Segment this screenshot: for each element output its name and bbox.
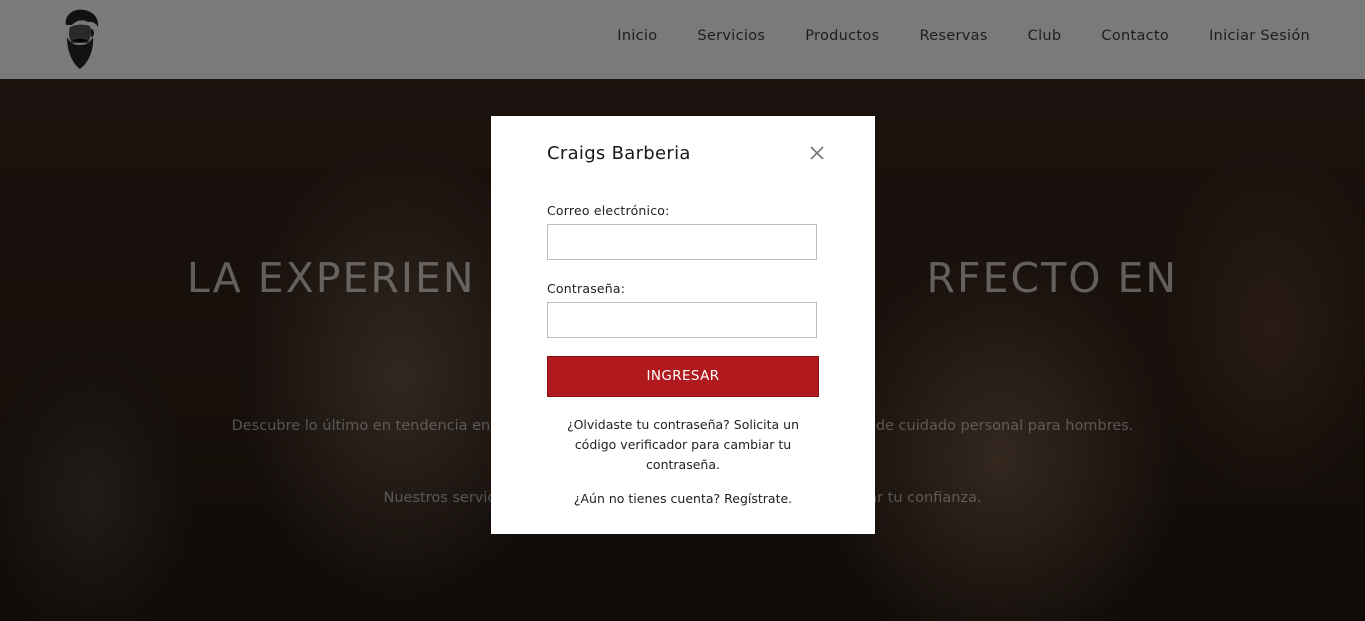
email-label: Correo electrónico: [547, 203, 670, 218]
password-field[interactable] [547, 302, 817, 338]
login-submit-button[interactable]: INGRESAR [547, 356, 819, 397]
modal-title: Craigs Barberia [547, 143, 691, 164]
forgot-password-link[interactable]: ¿Olvidaste tu contraseña? Solicita un có… [547, 415, 819, 475]
nav-item-productos[interactable]: Productos [805, 28, 879, 44]
page: LA EXPERIEN RFECTO EN Descubre lo último… [0, 0, 1365, 621]
nav-item-club[interactable]: Club [1028, 28, 1062, 44]
close-icon[interactable] [807, 143, 827, 163]
nav-item-contacto[interactable]: Contacto [1101, 28, 1169, 44]
nav-item-inicio[interactable]: Inicio [617, 28, 657, 44]
site-header: Inicio Servicios Productos Reservas Club… [0, 0, 1365, 79]
login-modal: Craigs Barberia Correo electrónico: Cont… [491, 116, 875, 534]
main-nav: Inicio Servicios Productos Reservas Club… [577, 28, 1310, 44]
nav-item-servicios[interactable]: Servicios [697, 28, 765, 44]
email-field[interactable] [547, 224, 817, 260]
nav-item-iniciar-sesion[interactable]: Iniciar Sesión [1209, 28, 1310, 44]
bearded-man-logo-icon[interactable] [58, 7, 102, 71]
nav-item-reservas[interactable]: Reservas [919, 28, 987, 44]
password-label: Contraseña: [547, 281, 626, 296]
register-link[interactable]: ¿Aún no tienes cuenta? Regístrate. [547, 491, 819, 506]
